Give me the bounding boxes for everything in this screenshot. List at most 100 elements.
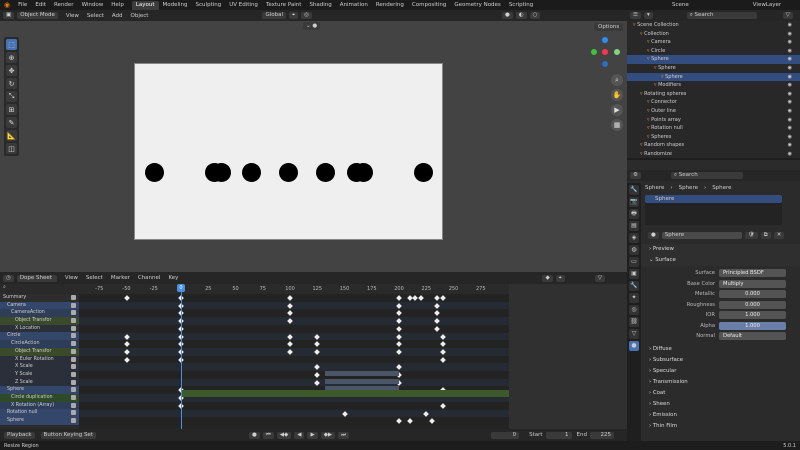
eye-icon[interactable]: ◉ <box>788 150 792 158</box>
property-field[interactable]: 1.000 <box>719 321 786 330</box>
workspace-tab[interactable]: Sculpting <box>192 1 226 10</box>
keyframe[interactable] <box>439 333 446 340</box>
particles-tab-icon[interactable]: ✦ <box>629 293 639 303</box>
keyframe[interactable] <box>123 356 130 363</box>
scale-icon[interactable]: ⤡ <box>6 91 17 102</box>
data-tab-icon[interactable]: ▽ <box>629 329 639 339</box>
viewport-menu-item[interactable]: Select <box>83 11 108 21</box>
keyframe[interactable] <box>123 341 130 348</box>
channel-visibility-icon[interactable] <box>71 302 76 308</box>
unlink-material-icon[interactable]: ✕ <box>773 231 785 239</box>
keyframe[interactable] <box>439 349 446 355</box>
property-field[interactable]: 0.000 <box>719 300 786 309</box>
camera-view-icon[interactable]: ▶ <box>611 104 623 116</box>
sphere-object[interactable] <box>279 163 298 182</box>
keyframe[interactable] <box>314 364 321 371</box>
keyframe[interactable] <box>396 310 402 317</box>
keying-set-selector[interactable]: Button Keying Set <box>40 431 96 439</box>
keyframe[interactable] <box>341 410 348 417</box>
z-neg-axis-icon[interactable] <box>602 61 608 67</box>
keyframe-area[interactable] <box>79 284 509 430</box>
subpanel-header[interactable]: › Emission <box>645 410 800 421</box>
sphere-object[interactable] <box>212 163 231 182</box>
dopesheet-menu-item[interactable]: Select <box>82 273 107 283</box>
current-frame-field[interactable]: 0 <box>491 431 520 439</box>
modifier-tab-icon[interactable]: 🔧 <box>629 281 639 291</box>
workspace-tab[interactable]: Scripting <box>505 1 537 10</box>
keyframe[interactable] <box>123 349 130 355</box>
eye-icon[interactable]: ◉ <box>788 98 792 107</box>
3d-viewport[interactable]: ⌄ ● Options ⬚ ⊕ ✥ ↻ ⤡ ⊞ ✎ 📐 ◫ ⌕ ✋ ▶ ▦ <box>0 21 627 272</box>
channel-visibility-icon[interactable] <box>71 418 76 423</box>
eye-icon[interactable]: ◉ <box>788 133 792 142</box>
channel-visibility-icon[interactable] <box>71 402 76 408</box>
start-frame-field[interactable]: 1 <box>545 431 572 439</box>
keyframe[interactable] <box>396 295 402 301</box>
subpanel-header[interactable]: › Diffuse <box>645 344 800 355</box>
outliner-row[interactable]: ▿ Circle ◉ <box>627 47 800 56</box>
output-tab-icon[interactable]: 🖶 <box>629 209 639 219</box>
outliner-display-icon[interactable]: ▾ <box>643 12 653 19</box>
keyframe[interactable] <box>396 318 402 324</box>
material-browse-icon[interactable]: ● <box>648 231 659 239</box>
sphere-object[interactable] <box>354 163 373 182</box>
menu-file[interactable]: File <box>14 0 31 10</box>
render-tab-icon[interactable]: 📷 <box>629 197 639 207</box>
zoom-icon[interactable]: ⌕ <box>611 74 623 86</box>
sphere-object[interactable] <box>316 163 335 182</box>
eye-icon[interactable]: ◉ <box>788 38 792 47</box>
keyframe-filter-icon[interactable]: ◆ <box>542 274 553 282</box>
playback-menu[interactable]: Playback <box>4 431 35 439</box>
outliner-row[interactable]: ▿ Modifiers ◉ <box>627 81 800 90</box>
subpanel-header[interactable]: › Transmission <box>645 377 800 388</box>
channel-row[interactable]: Object Transfor <box>0 317 79 325</box>
channel-visibility-icon[interactable] <box>71 394 76 400</box>
keyframe[interactable] <box>287 302 293 309</box>
fake-user-icon[interactable]: 🛡 <box>744 231 758 239</box>
outliner-row[interactable]: ▿ Sphere ◉ <box>627 64 800 73</box>
channel-row[interactable]: Z Scale <box>0 378 79 387</box>
channel-row[interactable]: Object Transfor <box>0 347 79 356</box>
keyframe[interactable] <box>407 418 413 425</box>
transform-icon[interactable]: ⊞ <box>6 104 17 115</box>
keyframe[interactable] <box>396 302 402 309</box>
eye-icon[interactable]: ◉ <box>788 116 792 125</box>
editor-type-icon[interactable]: ◷ <box>3 274 14 282</box>
channel-row[interactable]: CameraAction <box>0 309 79 318</box>
sphere-object[interactable] <box>145 163 164 182</box>
outliner-search[interactable]: ⌕ Search <box>686 12 757 19</box>
subpanel-header[interactable]: › Thin Film <box>645 421 800 432</box>
dopesheet-menu-item[interactable]: View <box>61 273 82 283</box>
channel-row[interactable]: CircleAction <box>0 340 79 348</box>
keyframe[interactable] <box>434 295 440 301</box>
snap-icon[interactable]: ⌖ <box>289 12 299 19</box>
keyframe[interactable] <box>396 333 402 340</box>
collection-tab-icon[interactable]: ▭ <box>629 257 639 267</box>
keyframe[interactable] <box>434 310 440 317</box>
workspace-tab[interactable]: Layout <box>131 1 159 10</box>
x-axis-icon[interactable] <box>602 49 608 55</box>
keyframe[interactable] <box>417 295 424 301</box>
property-field[interactable]: 1.000 <box>719 311 786 320</box>
channel-row[interactable]: Summary <box>0 294 79 302</box>
workspace-tab[interactable]: Compositing <box>408 1 450 10</box>
keyframe[interactable] <box>287 341 293 348</box>
keyframe[interactable] <box>287 318 293 324</box>
jump-start-icon[interactable]: ⏮ <box>262 431 274 439</box>
keyframe[interactable] <box>434 318 440 324</box>
eye-icon[interactable]: ◉ <box>788 47 792 56</box>
eye-icon[interactable]: ◉ <box>788 81 792 90</box>
select-box-icon[interactable]: ⬚ <box>6 39 17 50</box>
outliner-row[interactable]: ▿ Collection ◉ <box>627 30 800 39</box>
channel-row[interactable]: X Rotation (Array) <box>0 401 79 410</box>
keyframe[interactable] <box>314 341 321 348</box>
outliner-row[interactable]: ▿ Sphere ◉ <box>627 72 800 82</box>
next-key-icon[interactable]: ◆▶ <box>320 431 336 439</box>
eye-icon[interactable]: ◉ <box>788 64 792 73</box>
eye-icon[interactable]: ◉ <box>788 124 792 133</box>
channel-visibility-icon[interactable] <box>71 310 76 316</box>
outliner-row[interactable]: ▿ Connector ◉ <box>627 98 800 107</box>
keyframe[interactable] <box>396 418 402 425</box>
properties-search[interactable]: ⌕ Search <box>670 172 743 179</box>
sphere-object[interactable] <box>414 163 433 182</box>
